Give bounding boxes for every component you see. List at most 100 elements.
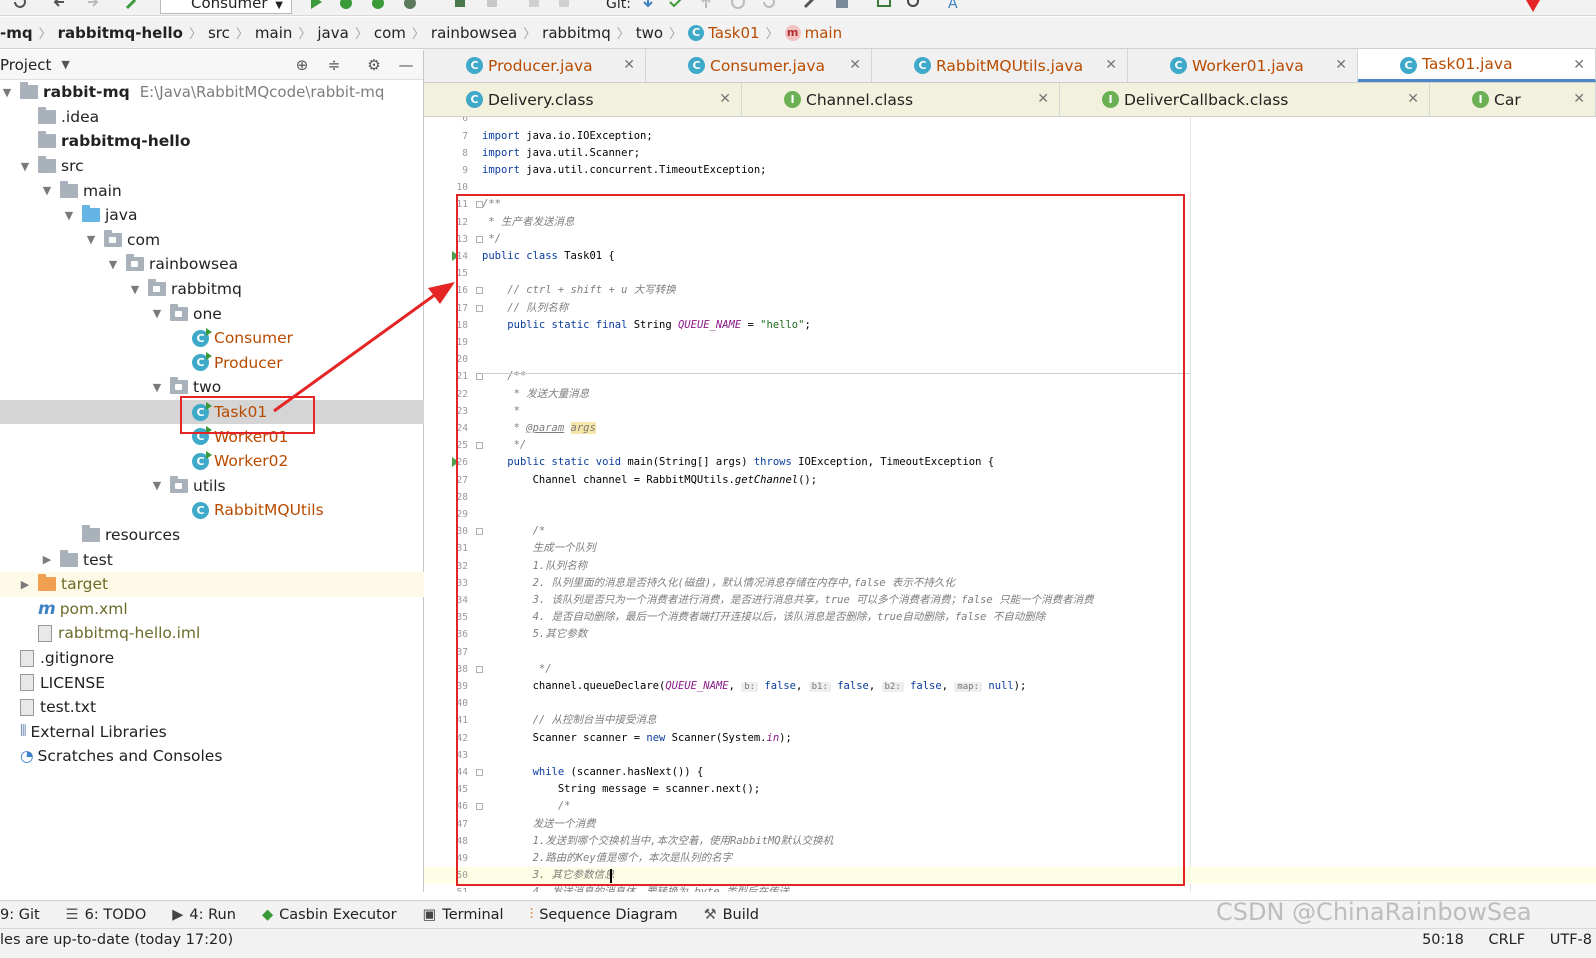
chevron-down-icon[interactable]: ▼ <box>61 58 69 71</box>
tree-item-external-libraries[interactable]: ⫴ External Libraries <box>0 720 424 745</box>
fold-marker-icon[interactable] <box>476 442 483 450</box>
fold-marker-icon[interactable] <box>476 803 483 811</box>
tree-item-rabbitmqutils[interactable]: C RabbitMQUtils <box>0 498 424 523</box>
attach-icon[interactable] <box>452 0 468 10</box>
breadcrumb-item-mq[interactable]: -mq <box>0 24 39 42</box>
tab-channel-class[interactable]: I Channel.class ✕ <box>742 83 1060 116</box>
tree-item-rabbitmq[interactable]: ▼ rabbitmq <box>0 277 424 302</box>
expand-arrow-down-icon[interactable]: ▼ <box>18 160 32 173</box>
expand-arrow-down-icon[interactable]: ▼ <box>84 233 98 246</box>
fold-marker-icon[interactable] <box>476 373 483 381</box>
breadcrumb-item-java[interactable]: java <box>317 24 354 42</box>
tree-item-two[interactable]: ▼ two <box>0 375 424 400</box>
back-icon[interactable] <box>52 0 68 10</box>
tree-item-utils[interactable]: ▼ utils <box>0 474 424 499</box>
tree-item-com[interactable]: ▼ com <box>0 228 424 253</box>
tree-item-rabbit-mq[interactable]: ▼ rabbit-mq E:\Java\RabbitMQcode\rabbit-mq <box>0 80 424 105</box>
fold-marker-icon[interactable] <box>476 768 483 776</box>
close-icon[interactable]: ✕ <box>719 91 731 107</box>
tree-item-producer[interactable]: C Producer <box>0 351 424 376</box>
close-icon[interactable]: ✕ <box>1037 91 1049 107</box>
expand-arrow-down-icon[interactable]: ▼ <box>0 86 14 99</box>
commit-icon[interactable] <box>556 0 572 10</box>
expand-arrow-down-icon[interactable]: ▼ <box>150 479 164 492</box>
breadcrumb-item-rabbitmq-hello[interactable]: rabbitmq-hello <box>58 24 189 42</box>
refresh-icon[interactable] <box>12 0 28 10</box>
tab-car[interactable]: I Car ✕ <box>1430 83 1596 116</box>
tree-item-idea[interactable]: .idea <box>0 105 424 130</box>
fold-marker-icon[interactable] <box>476 287 483 295</box>
tab-rabbitmqutils-java[interactable]: C RabbitMQUtils.java ✕ <box>872 49 1128 82</box>
close-icon[interactable]: ✕ <box>1407 91 1419 107</box>
tree-item-one[interactable]: ▼ one <box>0 301 424 326</box>
run-icon[interactable] <box>308 0 324 10</box>
tree-item-task01[interactable]: C Task01 <box>0 399 424 425</box>
tree-item-src[interactable]: ▼ src <box>0 154 424 179</box>
debug-icon[interactable] <box>338 0 354 10</box>
git-update-icon[interactable] <box>640 0 656 10</box>
tree-item-worker02[interactable]: C Worker02 <box>0 449 424 474</box>
fold-marker-icon[interactable] <box>476 665 483 673</box>
fold-marker-icon[interactable] <box>476 528 483 536</box>
breadcrumb-item-rainbowsea[interactable]: rainbowsea <box>431 24 523 42</box>
tree-item-target[interactable]: ▶ target <box>0 572 424 597</box>
caret-position[interactable]: 50:18 <box>1422 932 1464 948</box>
breadcrumb-item-src[interactable]: src <box>208 24 236 42</box>
tree-item-test-txt[interactable]: test.txt <box>0 695 424 720</box>
translate-icon[interactable]: A <box>946 0 962 10</box>
tree-item-rabbitmq-hello-iml[interactable]: rabbitmq-hello.iml <box>0 621 424 646</box>
toolwindow-build[interactable]: ⚒ Build <box>704 907 759 923</box>
minimize-icon[interactable]: — <box>396 55 416 75</box>
tree-item-test[interactable]: ▶ test <box>0 547 424 572</box>
close-icon[interactable]: ✕ <box>1335 57 1347 73</box>
breadcrumb-item-two[interactable]: two <box>636 24 669 42</box>
breadcrumb-item-task01[interactable]: C Task01 <box>688 24 765 42</box>
coverage-icon[interactable] <box>370 0 386 10</box>
rollback-icon[interactable] <box>760 0 776 10</box>
tab-delivercallback-class[interactable]: I DeliverCallback.class ✕ <box>1060 83 1430 116</box>
breadcrumb-item-rabbitmq[interactable]: rabbitmq <box>542 24 617 42</box>
line-separator[interactable]: CRLF <box>1488 932 1525 948</box>
expand-arrow-down-icon[interactable]: ▼ <box>128 283 142 296</box>
toolwindow-4-run[interactable]: ▶ 4: Run <box>172 907 236 923</box>
tab-consumer-java[interactable]: C Consumer.java ✕ <box>646 49 872 82</box>
tree-item-main[interactable]: ▼ main <box>0 178 424 203</box>
project-structure-icon[interactable] <box>834 0 850 10</box>
project-panel-title[interactable]: Project <box>0 56 51 74</box>
tab-worker01-java[interactable]: C Worker01.java ✕ <box>1128 49 1358 82</box>
expand-arrow-down-icon[interactable]: ▼ <box>150 381 164 394</box>
tree-item-resources[interactable]: resources <box>0 523 424 548</box>
wrench-icon[interactable] <box>802 0 818 10</box>
search-icon[interactable] <box>906 0 922 10</box>
collapse-all-icon[interactable]: ≑ <box>324 55 344 75</box>
tree-item-gitignore[interactable]: .gitignore <box>0 646 424 671</box>
fold-marker-icon[interactable] <box>476 201 483 209</box>
expand-arrow-down-icon[interactable]: ▼ <box>106 258 120 271</box>
tree-item-rabbitmq-hello[interactable]: rabbitmq-hello <box>0 129 424 154</box>
build-hammer-icon[interactable] <box>124 0 140 10</box>
close-icon[interactable]: ✕ <box>1573 57 1585 73</box>
tab-task01-java[interactable]: C Task01.java ✕ <box>1358 49 1596 82</box>
expand-arrow-right-icon[interactable]: ▶ <box>40 553 54 566</box>
tab-producer-java[interactable]: C Producer.java ✕ <box>424 49 646 82</box>
toolwindow-9-git[interactable]: 9: Git <box>0 907 40 923</box>
run-gutter-icon[interactable] <box>452 250 459 261</box>
toolwindow-sequence-diagram[interactable]: ⫶ Sequence Diagram <box>530 907 678 923</box>
git-push-icon[interactable] <box>698 0 714 10</box>
tree-item-pom-xml[interactable]: m pom.xml <box>0 597 424 622</box>
toolwindow-casbin-executor[interactable]: ◆ Casbin Executor <box>262 907 397 923</box>
locate-crosshair-icon[interactable]: ⊕ <box>292 55 312 75</box>
close-icon[interactable]: ✕ <box>1573 91 1585 107</box>
tree-item-worker01[interactable]: C Worker01 <box>0 424 424 449</box>
close-icon[interactable]: ✕ <box>623 57 635 73</box>
presentation-icon[interactable] <box>876 0 892 10</box>
breadcrumb-item-main[interactable]: main <box>255 24 298 42</box>
run-gutter-icon[interactable] <box>452 457 459 468</box>
tree-item-consumer[interactable]: C Consumer <box>0 326 424 351</box>
stop-icon[interactable] <box>484 0 500 10</box>
expand-arrow-down-icon[interactable]: ▼ <box>40 184 54 197</box>
update-icon[interactable] <box>526 0 542 10</box>
file-encoding[interactable]: UTF-8 <box>1550 932 1592 948</box>
breadcrumb-item-main[interactable]: m main <box>784 24 848 42</box>
expand-arrow-down-icon[interactable]: ▼ <box>62 209 76 222</box>
